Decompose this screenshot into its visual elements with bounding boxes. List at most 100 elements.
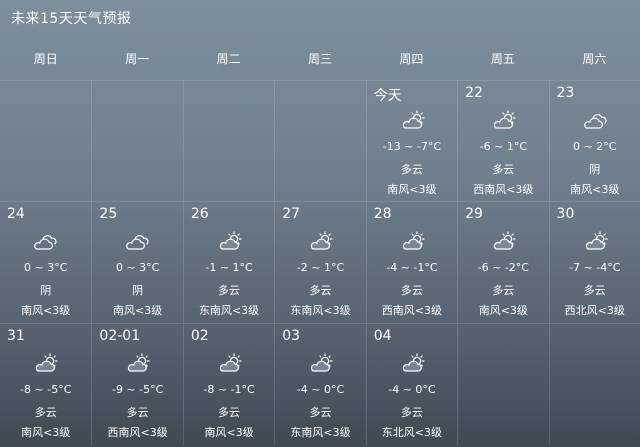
wind-info: 南风<3级 xyxy=(21,426,71,439)
empty-day-cell xyxy=(274,81,365,201)
day-forecast-cell[interactable]: 30 -7 ~ -4°C 多云西北风<3级 xyxy=(548,202,640,323)
partly-cloudy-icon xyxy=(490,230,518,252)
weather-condition: 多云 xyxy=(492,284,515,297)
weather-condition: 多云 xyxy=(400,406,423,419)
weather-condition: 多云 xyxy=(400,163,423,176)
day-forecast-cell[interactable]: 23 0 ~ 2°C 阴南风<3级 xyxy=(548,81,640,201)
overcast-cloud-icon xyxy=(582,109,610,131)
temperature-range: -4 ~ 0°C xyxy=(296,383,345,396)
wind-info: 西北风<3级 xyxy=(564,304,625,317)
temperature-range: -6 ~ -2°C xyxy=(477,261,529,274)
day-date: 27 xyxy=(282,206,301,222)
day-date: 23 xyxy=(556,85,575,101)
weekday-label: 周一 xyxy=(125,52,150,66)
weather-condition: 多云 xyxy=(492,163,515,176)
day-forecast-cell[interactable]: 03 -4 ~ 0°C 多云东南风<3级 xyxy=(274,324,365,445)
wind-info: 东南风<3级 xyxy=(290,304,351,317)
partly-cloudy-icon xyxy=(582,230,610,252)
temperature-range: -1 ~ 1°C xyxy=(205,261,253,274)
day-forecast-cell[interactable]: 27 -2 ~ 1°C 多云东南风<3级 xyxy=(274,202,365,323)
weather-condition: 阴 xyxy=(132,284,144,297)
day-forecast-cell[interactable]: 25 0 ~ 3°C 阴南风<3级 xyxy=(91,202,182,323)
partly-cloudy-icon xyxy=(399,109,427,131)
weekday-label: 周六 xyxy=(582,52,607,66)
day-forecast-cell[interactable]: 24 0 ~ 3°C 阴南风<3级 xyxy=(0,202,91,323)
temperature-range: -13 ~ -7°C xyxy=(382,140,442,153)
day-date: 28 xyxy=(373,206,392,222)
day-forecast-cell[interactable]: 今天 -13 ~ -7°C 多云南风<3级 xyxy=(365,81,457,201)
partly-cloudy-icon xyxy=(307,230,335,252)
day-date: 31 xyxy=(7,328,25,344)
day-forecast-cell[interactable]: 26 -1 ~ 1°C 多云东南风<3级 xyxy=(182,202,274,323)
temperature-range: -6 ~ 1°C xyxy=(479,140,527,153)
temperature-range: -8 ~ -5°C xyxy=(20,383,72,396)
day-date: 22 xyxy=(465,85,483,101)
day-forecast-cell[interactable]: 29 -6 ~ -2°C 多云南风<3级 xyxy=(457,202,548,323)
overcast-cloud-icon xyxy=(124,230,152,252)
weather-condition: 多云 xyxy=(34,406,57,419)
day-forecast-cell[interactable]: 02 -8 ~ -1°C 多云南风<3级 xyxy=(182,324,274,445)
day-date: 24 xyxy=(7,206,25,222)
partly-cloudy-icon xyxy=(490,109,518,131)
weather-condition: 多云 xyxy=(218,406,241,419)
calendar-week-row: 今天 -13 ~ -7°C 多云 南风<3级 22 -6 ~ 1°C 多云 西南风<3级 23 0… xyxy=(0,80,640,201)
weekday-label: 周三 xyxy=(307,52,332,66)
day-date: 02-01 xyxy=(99,328,141,344)
wind-info: 西南风<3级 xyxy=(473,183,534,196)
empty-day-cell xyxy=(182,81,274,201)
day-date: 26 xyxy=(190,206,209,222)
weather-condition: 阴 xyxy=(589,163,601,176)
weekday-label: 周二 xyxy=(216,52,241,66)
temperature-range: -4 ~ 0°C xyxy=(388,383,436,396)
weekday-label: 周五 xyxy=(490,52,515,66)
day-forecast-cell[interactable]: 02-01 -9 ~ -5°C 多云 西南风<3级 xyxy=(91,324,182,445)
day-forecast-cell[interactable]: 04 -4 ~ 0°C 多云 东北风<3级 xyxy=(365,324,457,445)
weather-condition: 多云 xyxy=(309,406,332,419)
weather-condition: 多云 xyxy=(218,284,241,297)
calendar-week-row: 24 0 ~ 3°C 阴南风<3级 25 0 ~ 3°C 阴南风<3级 26 -1 ~ 1°C… xyxy=(0,201,640,323)
weather-condition: 多云 xyxy=(126,406,149,419)
page-title: 未来15天天气预报 xyxy=(11,11,132,27)
day-date: 02 xyxy=(190,328,209,344)
overcast-cloud-icon xyxy=(32,230,60,252)
wind-info: 东南风<3级 xyxy=(290,426,351,439)
temperature-range: -7 ~ -4°C xyxy=(569,261,621,274)
wind-info: 南风<3级 xyxy=(570,183,620,196)
wind-info: 西南风<3级 xyxy=(381,304,442,317)
temperature-range: -4 ~ -1°C xyxy=(386,261,438,274)
weather-condition: 多云 xyxy=(583,284,606,297)
day-date: 今天 xyxy=(373,88,402,104)
wind-info: 南风<3级 xyxy=(478,304,528,317)
wind-info: 东北风<3级 xyxy=(381,426,442,439)
weekday-label: 周日 xyxy=(33,52,58,66)
partly-cloudy-icon xyxy=(399,352,427,374)
day-forecast-cell[interactable]: 22 -6 ~ 1°C 多云西南风<3级 xyxy=(457,81,548,201)
temperature-range: -8 ~ -1°C xyxy=(203,383,255,396)
empty-day-cell xyxy=(0,81,91,201)
weather-condition: 多云 xyxy=(309,284,332,297)
wind-info: 南风<3级 xyxy=(21,304,71,317)
wind-info: 南风<3级 xyxy=(113,304,163,317)
day-date: 25 xyxy=(99,206,118,222)
day-date: 30 xyxy=(556,206,575,222)
day-forecast-cell[interactable]: 31 -8 ~ -5°C 多云南风<3级 xyxy=(0,324,91,445)
partly-cloudy-icon xyxy=(124,352,152,374)
wind-info: 东南风<3级 xyxy=(198,304,260,317)
empty-day-cell xyxy=(91,81,182,201)
wind-info: 南风<3级 xyxy=(204,426,254,439)
partly-cloudy-icon xyxy=(307,352,335,374)
partly-cloudy-icon xyxy=(32,352,60,374)
weather-condition: 阴 xyxy=(40,284,52,297)
wind-info: 南风<3级 xyxy=(387,183,437,196)
temperature-range: 0 ~ 3°C xyxy=(24,261,68,274)
day-date: 29 xyxy=(465,206,483,222)
empty-day-cell xyxy=(548,324,640,445)
day-date: 03 xyxy=(282,328,301,344)
day-forecast-cell[interactable]: 28 -4 ~ -1°C 多云西南风<3级 xyxy=(365,202,457,323)
partly-cloudy-icon xyxy=(216,230,244,252)
forecast-calendar-grid: 今天 -13 ~ -7°C 多云 南风<3级 22 -6 ~ 1°C 多云 西南风<3级 23 0… xyxy=(0,80,640,447)
temperature-range: 0 ~ 3°C xyxy=(115,261,160,274)
weather-condition: 多云 xyxy=(400,284,423,297)
temperature-range: -2 ~ 1°C xyxy=(296,261,345,274)
partly-cloudy-icon xyxy=(399,230,427,252)
